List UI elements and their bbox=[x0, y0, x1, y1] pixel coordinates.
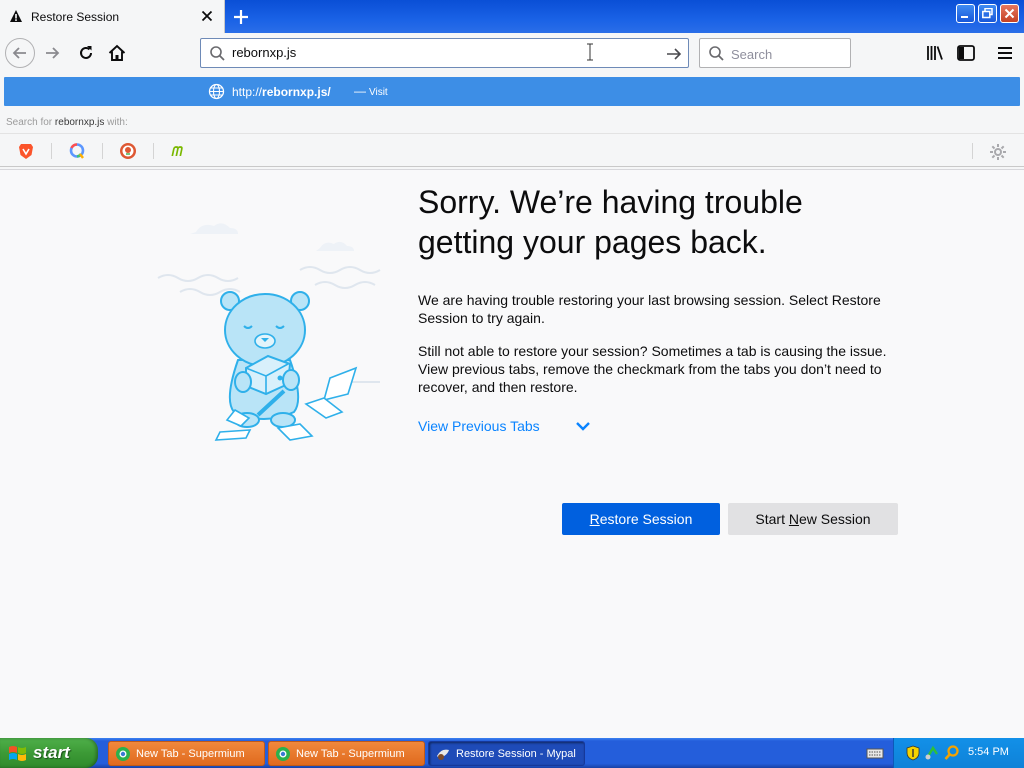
home-icon bbox=[108, 44, 126, 61]
new-tab-plus-icon[interactable] bbox=[230, 6, 252, 28]
go-arrow-icon[interactable] bbox=[665, 45, 683, 63]
search-placeholder: Search bbox=[731, 47, 773, 62]
search-icon bbox=[709, 46, 724, 61]
duckduckgo-icon[interactable] bbox=[118, 141, 138, 161]
close-window-button[interactable] bbox=[1000, 4, 1019, 23]
suggestion-url-host: rebornxp.js/ bbox=[262, 85, 331, 99]
qwant-icon[interactable] bbox=[67, 141, 87, 161]
suggestion-url: http://rebornxp.js/ bbox=[232, 85, 331, 99]
tab-strip: Restore Session bbox=[0, 0, 1024, 33]
taskbar-item-label: New Tab - Supermium bbox=[136, 748, 245, 760]
search-for-suffix: with: bbox=[104, 117, 128, 128]
system-tray: 5:54 PM bbox=[893, 738, 1024, 768]
search-tray-icon[interactable] bbox=[944, 745, 960, 761]
search-for-term: rebornxp.js bbox=[54, 117, 105, 128]
minimize-icon bbox=[961, 16, 968, 18]
supermium-icon bbox=[276, 747, 290, 761]
forward-arrow-icon bbox=[46, 47, 60, 59]
search-bar[interactable]: Search bbox=[699, 38, 851, 68]
chevron-down-icon[interactable] bbox=[575, 419, 591, 433]
clock: 5:54 PM bbox=[968, 746, 1009, 758]
forward-button[interactable] bbox=[37, 38, 67, 68]
reload-icon bbox=[80, 46, 92, 59]
hamburger-menu-icon[interactable] bbox=[992, 40, 1018, 66]
restore-session-button[interactable]: Restore Session bbox=[562, 503, 720, 535]
taskbar-item-supermium-1[interactable]: New Tab - Supermium bbox=[108, 741, 265, 766]
back-button[interactable] bbox=[5, 38, 35, 68]
search-icon bbox=[210, 46, 225, 61]
url-autocomplete-popup: http://rebornxp.js/ — Visit Search for r… bbox=[0, 73, 1024, 169]
url-suggestion-row[interactable]: http://rebornxp.js/ — Visit bbox=[4, 77, 1020, 106]
minimize-button[interactable] bbox=[956, 4, 975, 23]
taskbar-item-label: New Tab - Supermium bbox=[296, 748, 405, 760]
navigation-toolbar: Search bbox=[0, 33, 1024, 73]
keyboard-icon[interactable] bbox=[866, 746, 884, 760]
gear-icon[interactable] bbox=[988, 142, 1008, 162]
separator bbox=[51, 143, 52, 159]
close-tab-icon[interactable] bbox=[199, 8, 215, 24]
library-icon[interactable] bbox=[922, 40, 948, 66]
reload-button[interactable] bbox=[71, 38, 101, 68]
restore-window-icon bbox=[982, 8, 993, 19]
bear-with-papers-illustration bbox=[157, 223, 381, 441]
home-button[interactable] bbox=[102, 38, 132, 68]
close-window-icon bbox=[1004, 8, 1015, 19]
description-paragraph: We are having trouble restoring your las… bbox=[418, 292, 881, 326]
taskbar-item-mypal[interactable]: Restore Session - Mypal bbox=[428, 741, 585, 766]
back-arrow-icon bbox=[12, 47, 26, 59]
suggestion-separator: — bbox=[354, 84, 366, 98]
url-bar[interactable] bbox=[200, 38, 689, 68]
tab-title: Restore Session bbox=[31, 10, 120, 24]
suggestion-action: Visit bbox=[369, 87, 388, 98]
separator bbox=[153, 143, 154, 159]
restore-label-access-key: R bbox=[589, 511, 600, 527]
new-session-label-prefix: Start bbox=[755, 511, 789, 527]
new-session-label-access-key: N bbox=[788, 511, 799, 527]
security-shield-icon[interactable] bbox=[906, 745, 920, 761]
supermium-icon bbox=[116, 747, 130, 761]
search-for-text: Search for rebornxp.js with: bbox=[6, 117, 128, 128]
restore-label-rest: estore Session bbox=[599, 511, 693, 527]
search-engines-row bbox=[0, 135, 1024, 167]
warning-icon bbox=[10, 10, 22, 22]
network-icon[interactable] bbox=[924, 745, 940, 761]
taskbar: start New Tab - Supermium New Tab - Supe… bbox=[0, 738, 1024, 768]
help-paragraph: Still not able to restore your session? … bbox=[418, 343, 887, 395]
start-new-session-button[interactable]: Start New Session bbox=[728, 503, 898, 535]
session-restore-page: Sorry. We’re having trouble getting your… bbox=[0, 169, 1024, 738]
view-previous-tabs-link[interactable]: View Previous Tabs bbox=[418, 418, 540, 434]
mypal-icon bbox=[437, 749, 449, 760]
separator bbox=[972, 143, 973, 159]
taskbar-item-supermium-2[interactable]: New Tab - Supermium bbox=[268, 741, 425, 766]
sidebar-toggle-icon[interactable] bbox=[953, 40, 979, 66]
restore-window-button[interactable] bbox=[978, 4, 997, 23]
brave-icon[interactable] bbox=[16, 141, 36, 161]
suggestion-url-prefix: http:// bbox=[232, 85, 263, 99]
separator bbox=[102, 143, 103, 159]
search-for-prefix: Search for bbox=[6, 117, 55, 128]
start-button[interactable]: start bbox=[0, 738, 98, 768]
windows-logo-icon bbox=[9, 746, 26, 761]
new-session-label-rest: ew Session bbox=[799, 511, 871, 527]
text-cursor-icon bbox=[587, 43, 593, 61]
page-title: Sorry. We’re having trouble getting your… bbox=[418, 184, 803, 260]
start-label: start bbox=[33, 743, 70, 762]
mojeek-icon[interactable] bbox=[169, 141, 189, 161]
search-for-row: Search for rebornxp.js with: bbox=[0, 112, 1024, 134]
globe-icon bbox=[208, 83, 225, 100]
tab-restore-session[interactable]: Restore Session bbox=[0, 0, 225, 33]
taskbar-item-label: Restore Session - Mypal bbox=[456, 748, 576, 760]
